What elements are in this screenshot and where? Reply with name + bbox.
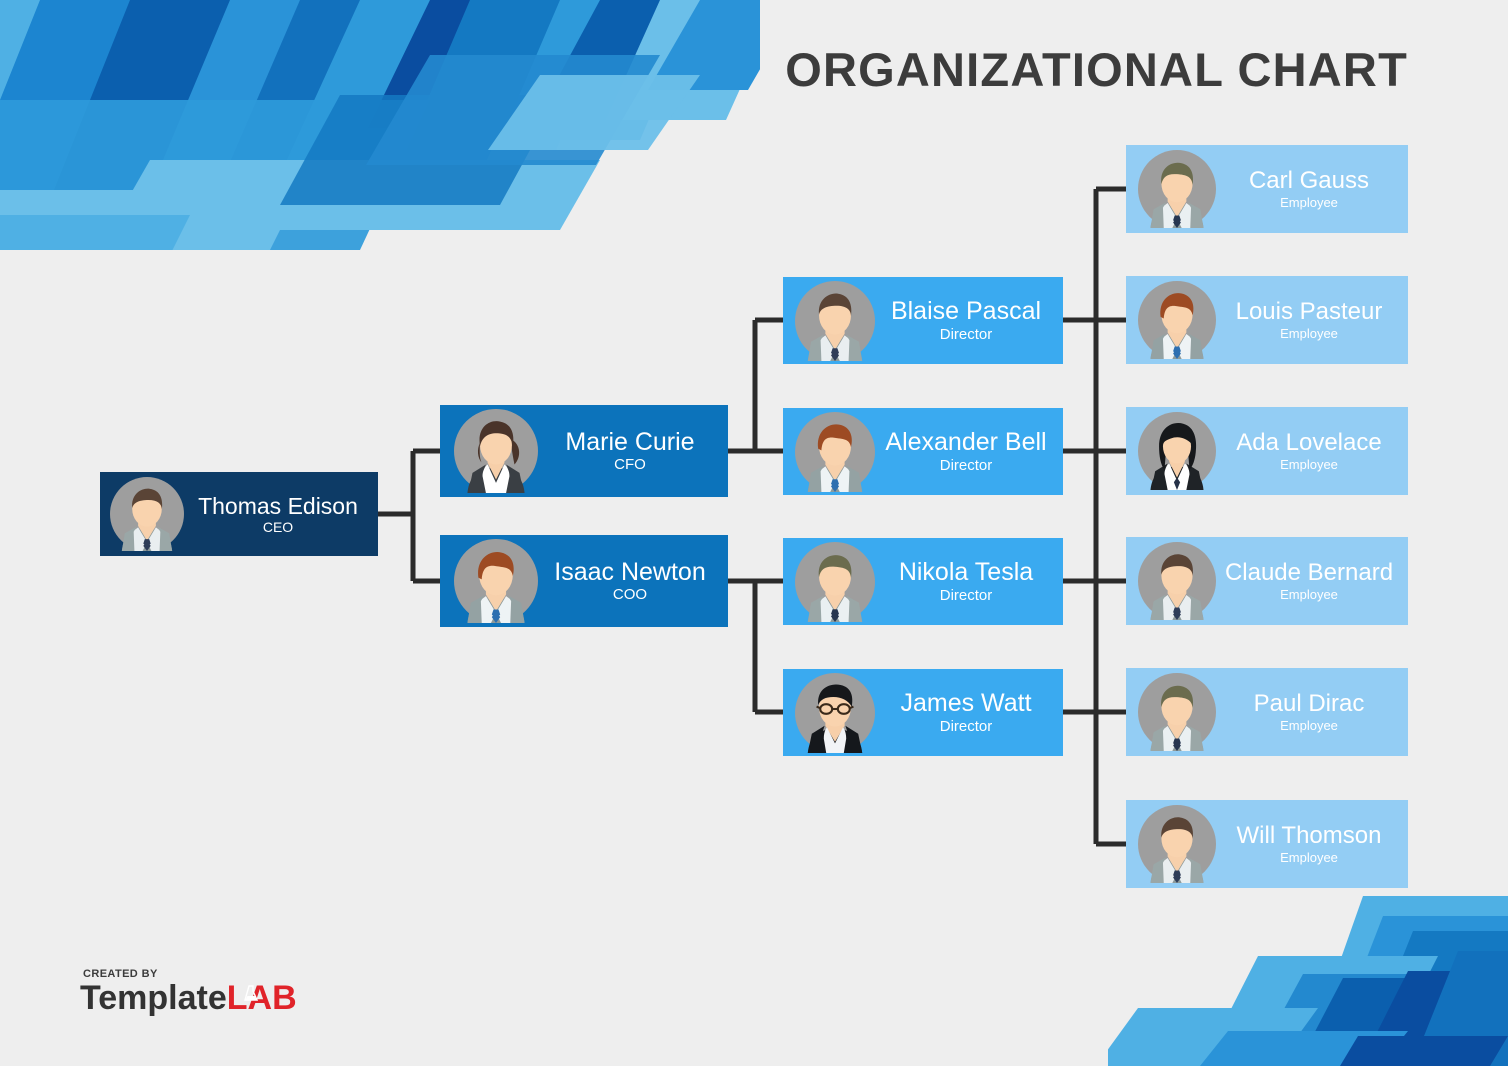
node-e4-name: Claude Bernard [1224, 559, 1394, 587]
node-employee-louis-pasteur[interactable]: Louis Pasteur Employee [1126, 276, 1408, 364]
node-cfo[interactable]: Marie Curie CFO [440, 405, 728, 497]
node-coo[interactable]: Isaac Newton COO [440, 535, 728, 627]
node-employee-will-thomson[interactable]: Will Thomson Employee [1126, 800, 1408, 888]
avatar-james-watt [795, 673, 875, 753]
node-d4-role: Director [939, 718, 993, 736]
node-ceo[interactable]: Thomas Edison CEO [100, 472, 378, 556]
logo-word-lab: LAB [226, 979, 297, 1017]
node-d4-name: James Watt [900, 689, 1032, 717]
node-coo-role: COO [612, 586, 648, 604]
avatar-will-thomson [1138, 805, 1216, 883]
node-cfo-role: CFO [614, 456, 646, 474]
node-employee-ada-lovelace[interactable]: Ada Lovelace Employee [1126, 407, 1408, 495]
node-e3-role: Employee [1280, 457, 1338, 473]
node-ceo-role: CEO [262, 518, 294, 535]
avatar-isaac-newton [454, 539, 538, 623]
node-e5-role: Employee [1280, 718, 1338, 734]
logo-word-template: Template [80, 979, 227, 1017]
node-e1-name: Carl Gauss [1248, 167, 1370, 195]
avatar-claude-bernard [1138, 542, 1216, 620]
templatelab-logo[interactable]: CREATED BY TemplateLAB [80, 968, 297, 1015]
avatar-blaise-pascal [795, 281, 875, 361]
node-director-blaise-pascal[interactable]: Blaise Pascal Director [783, 277, 1063, 364]
node-d2-name: Alexander Bell [885, 428, 1047, 456]
node-e2-name: Louis Pasteur [1235, 298, 1383, 326]
logo-wordmark: TemplateLAB [80, 981, 297, 1015]
node-cfo-name: Marie Curie [565, 428, 695, 456]
node-d1-role: Director [939, 326, 993, 344]
node-e4-role: Employee [1280, 587, 1338, 603]
node-director-alexander-bell[interactable]: Alexander Bell Director [783, 408, 1063, 495]
avatar-alexander-bell [795, 412, 875, 492]
node-d3-name: Nikola Tesla [898, 558, 1034, 586]
node-director-nikola-tesla[interactable]: Nikola Tesla Director [783, 538, 1063, 625]
avatar-paul-dirac [1138, 673, 1216, 751]
node-e1-role: Employee [1280, 195, 1338, 211]
avatar-marie-curie [454, 409, 538, 493]
node-d2-role: Director [939, 457, 993, 475]
node-e2-role: Employee [1280, 326, 1338, 342]
node-d3-role: Director [939, 587, 993, 605]
flask-icon [243, 985, 258, 1001]
organizational-chart-page: ORGANIZATIONAL CHART Thomas Edison CEO M… [0, 0, 1508, 1066]
node-employee-claude-bernard[interactable]: Claude Bernard Employee [1126, 537, 1408, 625]
node-employee-paul-dirac[interactable]: Paul Dirac Employee [1126, 668, 1408, 756]
node-e3-name: Ada Lovelace [1236, 429, 1382, 457]
node-coo-name: Isaac Newton [554, 558, 706, 586]
node-ceo-name: Thomas Edison [198, 492, 358, 519]
node-e6-role: Employee [1280, 850, 1338, 866]
node-employee-carl-gauss[interactable]: Carl Gauss Employee [1126, 145, 1408, 233]
node-d1-name: Blaise Pascal [890, 297, 1042, 325]
avatar-nikola-tesla [795, 542, 875, 622]
avatar-ada-lovelace [1138, 412, 1216, 490]
node-director-james-watt[interactable]: James Watt Director [783, 669, 1063, 756]
avatar-louis-pasteur [1138, 281, 1216, 359]
avatar-thomas-edison [110, 477, 184, 551]
avatar-carl-gauss [1138, 150, 1216, 228]
node-e5-name: Paul Dirac [1253, 690, 1365, 718]
node-e6-name: Will Thomson [1236, 822, 1382, 850]
